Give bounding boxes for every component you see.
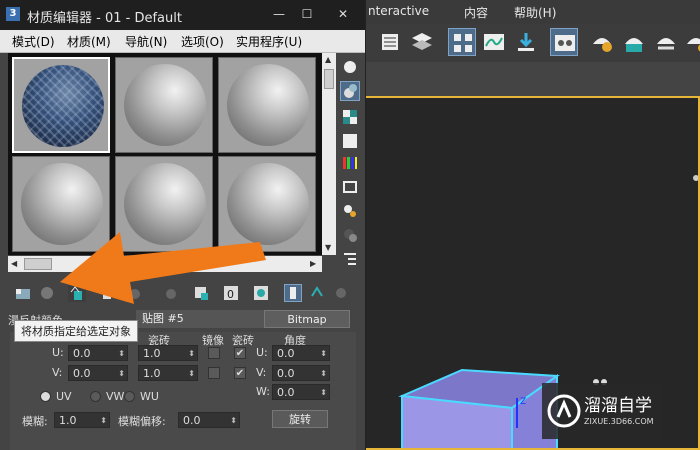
vertical-scrollbar[interactable]: ▲ ▼ [322, 53, 336, 255]
u-mirror-checkbox[interactable] [208, 347, 220, 359]
sample-slot-1[interactable] [12, 57, 110, 153]
v-label: V: [52, 366, 63, 379]
render-icon[interactable] [652, 28, 680, 56]
main-toolbar [360, 24, 700, 63]
go-forward-sibling-icon[interactable] [332, 284, 350, 302]
go-to-parent-icon[interactable] [308, 284, 326, 302]
watermark: 溜溜自学 ZIXUE.3D66.COM [542, 383, 662, 439]
v-tiling-spinner[interactable]: 1.0 ⬍ [138, 365, 198, 381]
menu-item-content[interactable]: 内容 [464, 4, 488, 21]
material-sphere [124, 64, 206, 146]
blur-offset-spinner[interactable]: 0.0 ⬍ [178, 412, 240, 428]
menu-options[interactable]: 选项(O) [181, 33, 224, 50]
scroll-thumb[interactable] [324, 69, 334, 89]
tooltip: 将材质指定给选定对象 [14, 320, 138, 342]
mirror-header: 镜像 [202, 334, 224, 347]
menu-item-interactive[interactable]: nteractive [368, 4, 429, 18]
background-icon[interactable] [340, 107, 360, 127]
sample-uv-icon[interactable] [340, 131, 360, 151]
v-offset-spinner[interactable]: 0.0 ⬍ [68, 365, 128, 381]
uv-radio[interactable] [40, 391, 51, 402]
watermark-title: 溜溜自学 [584, 396, 652, 416]
get-material-icon[interactable] [14, 284, 32, 302]
sample-slot-3[interactable] [218, 57, 316, 153]
window-title: 材质编辑器 - 01 - Default [27, 11, 182, 26]
tile-header: 瓷砖 [232, 334, 254, 347]
schematic-icon[interactable] [448, 28, 476, 56]
backlight-icon[interactable] [340, 81, 360, 101]
coordinates-panel: 瓷砖 镜像 瓷砖 角度 U: 0.0 ⬍ 1.0 ⬍ ✔ U: 0.0 ⬍ V: 0.… [10, 332, 356, 450]
rotate-button[interactable]: 旋转 [272, 410, 328, 428]
video-color-check-icon[interactable] [340, 153, 360, 173]
sample-slot-2[interactable] [115, 57, 213, 153]
list-icon[interactable] [376, 28, 404, 56]
u-offset-spinner[interactable]: 0.0 ⬍ [68, 345, 128, 361]
menu-material[interactable]: 材质(M) [67, 33, 111, 50]
close-icon[interactable]: ✕ [334, 6, 352, 22]
watermark-subtitle: ZIXUE.3D66.COM [584, 417, 654, 426]
menu-navigation[interactable]: 导航(N) [125, 33, 167, 50]
menu-utilities[interactable]: 实用程序(U) [236, 33, 302, 50]
uv-label: UV [56, 390, 72, 403]
minimize-icon[interactable]: — [270, 6, 288, 22]
svg-text:Z: Z [520, 397, 526, 407]
sample-type-icon[interactable] [340, 57, 360, 77]
maximize-icon[interactable]: ☐ [298, 6, 316, 22]
u-tile-checkbox[interactable]: ✔ [234, 347, 246, 359]
scroll-thumb[interactable] [24, 258, 52, 270]
ribbon-bar [360, 62, 700, 97]
material-sphere [22, 65, 104, 147]
w-angle-spinner[interactable]: 0.0 ⬍ [272, 384, 330, 400]
scroll-down-icon[interactable]: ▼ [325, 243, 331, 252]
v-tile-checkbox[interactable]: ✔ [234, 367, 246, 379]
render-active-icon[interactable] [682, 28, 700, 56]
app-icon: 3 [6, 7, 20, 21]
select-by-material-icon[interactable] [340, 225, 360, 245]
material-sphere [227, 64, 309, 146]
wu-radio[interactable] [124, 391, 135, 402]
map-name-field[interactable]: 贴图 #5 [136, 310, 264, 328]
v-mirror-checkbox[interactable] [208, 367, 220, 379]
material-editor-icon[interactable] [550, 28, 578, 56]
menu-mode[interactable]: 模式(D) [12, 33, 55, 50]
u-label: U: [52, 346, 64, 359]
blur-offset-label: 模糊偏移: [118, 415, 166, 428]
annotation-arrow [60, 232, 266, 304]
blur-label: 模糊: [22, 415, 48, 428]
menu-item-help[interactable]: 帮助(H) [514, 4, 556, 21]
render-frame-icon[interactable] [620, 28, 648, 56]
layers-icon[interactable] [408, 28, 436, 56]
scroll-right-icon[interactable]: ▶ [310, 259, 316, 268]
scroll-left-icon[interactable]: ◀ [11, 259, 17, 268]
v-angle-spinner[interactable]: 0.0 ⬍ [272, 365, 330, 381]
material-navigator-icon[interactable] [340, 249, 360, 269]
render-setup-icon[interactable] [588, 28, 616, 56]
v-angle-label: V: [256, 366, 267, 379]
main-menubar: nteractive 内容 帮助(H) [360, 0, 700, 24]
scroll-up-icon[interactable]: ▲ [325, 55, 331, 64]
title-bar[interactable]: 3 材质编辑器 - 01 - Default — ☐ ✕ [0, 0, 365, 30]
download-icon[interactable] [512, 28, 540, 56]
u-angle-spinner[interactable]: 0.0 ⬍ [272, 345, 330, 361]
watermark-logo-icon [547, 394, 581, 428]
options-icon[interactable] [340, 201, 360, 221]
vw-label: VW [106, 390, 125, 403]
material-menubar: 模式(D) 材质(M) 导航(N) 选项(O) 实用程序(U) [0, 30, 365, 53]
put-to-scene-icon[interactable] [38, 284, 56, 302]
side-toolbar [338, 55, 360, 275]
u-angle-label: U: [256, 346, 268, 359]
wu-label: WU [140, 390, 159, 403]
show-end-result-icon[interactable] [284, 284, 302, 302]
blur-spinner[interactable]: 1.0 ⬍ [54, 412, 110, 428]
curve-editor-icon[interactable] [480, 28, 508, 56]
u-tiling-spinner[interactable]: 1.0 ⬍ [138, 345, 198, 361]
vw-radio[interactable] [90, 391, 101, 402]
w-angle-label: W: [256, 385, 270, 398]
bitmap-button[interactable]: Bitmap [264, 310, 350, 328]
make-preview-icon[interactable] [340, 177, 360, 197]
